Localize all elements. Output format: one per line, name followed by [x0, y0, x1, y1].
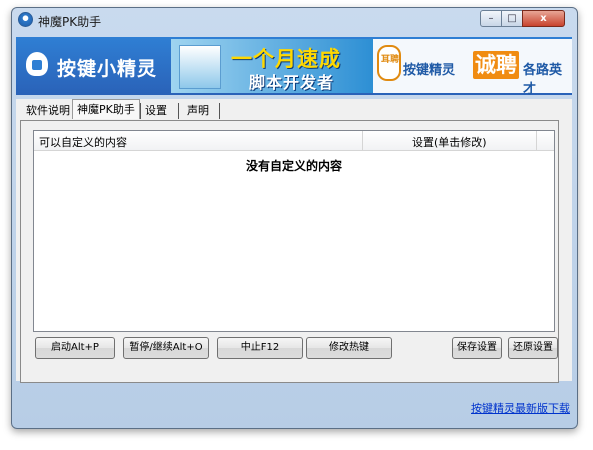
- custom-content-list[interactable]: 可以自定义的内容 设置(单击修改) 没有自定义的内容: [33, 130, 555, 332]
- brand-logo-icon: [26, 52, 48, 76]
- tab-panel: 可以自定义的内容 设置(单击修改) 没有自定义的内容 启动Alt+P 暂停/继续…: [20, 120, 559, 383]
- tab-divider: [219, 103, 220, 119]
- app-icon: [18, 12, 33, 27]
- tab-pk-helper[interactable]: 神魔PK助手: [72, 99, 140, 119]
- empty-message: 没有自定义的内容: [245, 159, 342, 173]
- brand-name: 按键小精灵: [57, 58, 158, 80]
- ad-recruit-tail: 各路英才: [523, 63, 563, 97]
- column-header-setting[interactable]: 设置(单击修改): [412, 134, 487, 150]
- tab-readme[interactable]: 软件说明: [26, 103, 70, 119]
- footer: 按键精灵最新版下载: [16, 385, 572, 423]
- start-button[interactable]: 启动Alt+P: [35, 337, 115, 359]
- restore-settings-button[interactable]: 还原设置: [508, 337, 558, 359]
- column-divider: [362, 131, 363, 150]
- tab-statement[interactable]: 声明: [187, 103, 209, 119]
- maximize-button[interactable]: □: [501, 10, 523, 27]
- close-button[interactable]: x: [522, 10, 565, 27]
- recruit-badge-icon: 耳聘: [377, 45, 401, 81]
- tab-divider: [178, 103, 179, 119]
- change-hotkey-button[interactable]: 修改热键: [306, 337, 392, 359]
- banner: 按键小精灵 一个月速成 脚本开发者 耳聘 按键精灵 诚聘 各路英才: [16, 37, 572, 97]
- stop-button[interactable]: 中止F12: [217, 337, 303, 359]
- window-title: 神魔PK助手: [38, 15, 102, 29]
- save-settings-button[interactable]: 保存设置: [452, 337, 502, 359]
- tab-bar: 软件说明 神魔PK助手 设置 声明: [16, 99, 572, 119]
- ad-course[interactable]: 一个月速成 脚本开发者: [171, 39, 373, 93]
- content-area: 软件说明 神魔PK助手 设置 声明 可以自定义的内容 设置(单击修改) 没有自定…: [16, 99, 572, 383]
- ad-recruit-highlight: 诚聘: [473, 51, 519, 79]
- tab-divider: [140, 103, 141, 119]
- ad-course-subline: 脚本开发者: [249, 73, 335, 92]
- minimize-button[interactable]: –: [480, 10, 502, 27]
- list-header: 可以自定义的内容 设置(单击修改): [34, 131, 554, 151]
- ad-recruit[interactable]: 耳聘 按键精灵 诚聘 各路英才: [373, 39, 572, 97]
- ad-recruit-company: 按键精灵: [403, 63, 456, 78]
- column-divider: [536, 131, 537, 150]
- pause-resume-button[interactable]: 暂停/继续Alt+O: [123, 337, 209, 359]
- tab-settings[interactable]: 设置: [145, 103, 167, 119]
- product-box-icon: [179, 45, 221, 89]
- title-bar[interactable]: 神魔PK助手 – □ x: [12, 8, 577, 32]
- download-link[interactable]: 按键精灵最新版下载: [471, 400, 570, 416]
- column-header-content[interactable]: 可以自定义的内容: [39, 134, 127, 150]
- main-window: 神魔PK助手 – □ x 按键小精灵 一个月速成 脚本开发者 耳聘 按键精灵 诚…: [11, 7, 578, 429]
